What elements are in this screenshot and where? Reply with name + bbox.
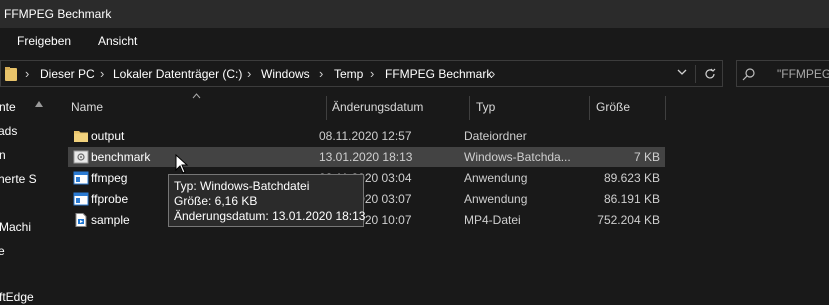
file-tooltip: Typ: Windows-Batchdatei Größe: 6,16 KB Ä…	[168, 174, 366, 227]
file-type: Anwendung	[464, 171, 528, 185]
nav-item-2[interactable]: ads	[0, 124, 17, 138]
breadcrumb-windows[interactable]: Windows	[261, 67, 310, 81]
nav-item-7[interactable]: ftEdge	[0, 290, 34, 304]
file-type: Anwendung	[464, 192, 528, 206]
search-box[interactable]: "FFMPEG	[736, 60, 829, 87]
file-name: ffprobe	[91, 192, 129, 206]
file-row-ffprobe[interactable]: ffprobe 02.11.2020 03:07 Anwendung 86.19…	[68, 189, 665, 209]
breadcrumb-temp[interactable]: Temp	[334, 67, 363, 81]
nav-item-6[interactable]: e	[0, 244, 5, 258]
chevron-right-icon[interactable]: ›	[370, 66, 374, 81]
column-divider[interactable]	[589, 96, 590, 120]
divider	[695, 65, 696, 83]
address-row: › Dieser PC › Lokaler Datenträger (C:) ›…	[0, 54, 829, 94]
nav-item-1[interactable]: nte	[0, 100, 16, 114]
file-name: sample	[91, 213, 130, 227]
breadcrumb-ffmpeg-bechmark[interactable]: FFMPEG Bechmark	[385, 67, 492, 81]
column-header-name[interactable]: Name	[71, 100, 103, 114]
breadcrumb-dieser-pc[interactable]: Dieser PC	[40, 67, 95, 81]
chevron-down-icon[interactable]	[675, 65, 689, 79]
file-size: 89.623 KB	[603, 171, 660, 185]
file-name: output	[91, 129, 125, 143]
batch-file-icon	[73, 150, 89, 164]
file-row-sample[interactable]: sample 02.11.2020 10:07 MP4-Datei 752.20…	[68, 210, 665, 230]
application-icon	[73, 171, 89, 185]
window-title: FFMPEG Bechmark	[4, 7, 112, 21]
sort-ascending-icon	[192, 93, 201, 99]
ribbon: Freigeben Ansicht	[0, 28, 829, 54]
file-size: 7 KB	[633, 150, 660, 164]
navigation-pane: nte ads n herte S Machi e ftEdge	[0, 94, 56, 305]
column-header-type[interactable]: Typ	[476, 100, 495, 114]
tooltip-date: Änderungsdatum: 13.01.2020 18:13	[174, 209, 366, 223]
mouse-cursor-icon	[175, 154, 189, 174]
file-type: Windows-Batchda...	[464, 150, 571, 164]
chevron-right-icon[interactable]: ›	[319, 66, 323, 81]
file-row-output[interactable]: output 08.11.2020 12:57 Dateiordner	[68, 126, 665, 146]
column-divider[interactable]	[469, 96, 470, 120]
file-date: 13.01.2020 18:13	[319, 150, 413, 164]
breadcrumb-lokaler-datentraeger[interactable]: Lokaler Datenträger (C:)	[113, 67, 242, 81]
refresh-icon[interactable]	[702, 66, 718, 82]
tooltip-type: Typ: Windows-Batchdatei	[174, 179, 310, 193]
folder-icon	[5, 67, 17, 81]
chevron-right-icon[interactable]: ›	[491, 66, 495, 81]
column-divider[interactable]	[326, 96, 327, 120]
nav-item-5[interactable]: Machi	[0, 220, 31, 234]
title-bar: FFMPEG Bechmark	[0, 0, 829, 28]
file-name: ffmpeg	[91, 171, 128, 185]
file-name: benchmark	[91, 150, 151, 164]
video-file-icon	[75, 213, 87, 227]
file-type: Dateiordner	[464, 129, 527, 143]
column-header-date[interactable]: Änderungsdatum	[332, 100, 423, 114]
file-size: 86.191 KB	[603, 192, 660, 206]
search-input[interactable]: "FFMPEG	[777, 67, 829, 81]
nav-item-4[interactable]: herte S	[0, 172, 37, 186]
file-row-ffmpeg[interactable]: ffmpeg 02.11.2020 03:04 Anwendung 89.623…	[68, 168, 665, 188]
tooltip-size: Größe: 6,16 KB	[174, 194, 258, 208]
chevron-right-icon[interactable]: ›	[100, 66, 104, 81]
nav-item-3[interactable]: n	[0, 148, 6, 162]
application-icon	[73, 192, 89, 206]
column-divider[interactable]	[665, 96, 666, 120]
file-size: 752.204 KB	[597, 213, 660, 227]
address-bar[interactable]: › Dieser PC › Lokaler Datenträger (C:) ›…	[0, 60, 723, 87]
file-type: MP4-Datei	[464, 213, 521, 227]
chevron-right-icon[interactable]: ›	[25, 66, 29, 81]
column-header-size[interactable]: Größe	[596, 100, 630, 114]
scroll-up-icon[interactable]	[34, 100, 44, 108]
search-icon	[742, 68, 755, 81]
chevron-right-icon[interactable]: ›	[247, 66, 251, 81]
file-date: 08.11.2020 12:57	[319, 129, 412, 143]
file-row-benchmark[interactable]: benchmark 13.01.2020 18:13 Windows-Batch…	[68, 147, 665, 167]
folder-icon	[74, 131, 88, 142]
tab-ansicht[interactable]: Ansicht	[98, 34, 137, 48]
tab-freigeben[interactable]: Freigeben	[17, 34, 71, 48]
